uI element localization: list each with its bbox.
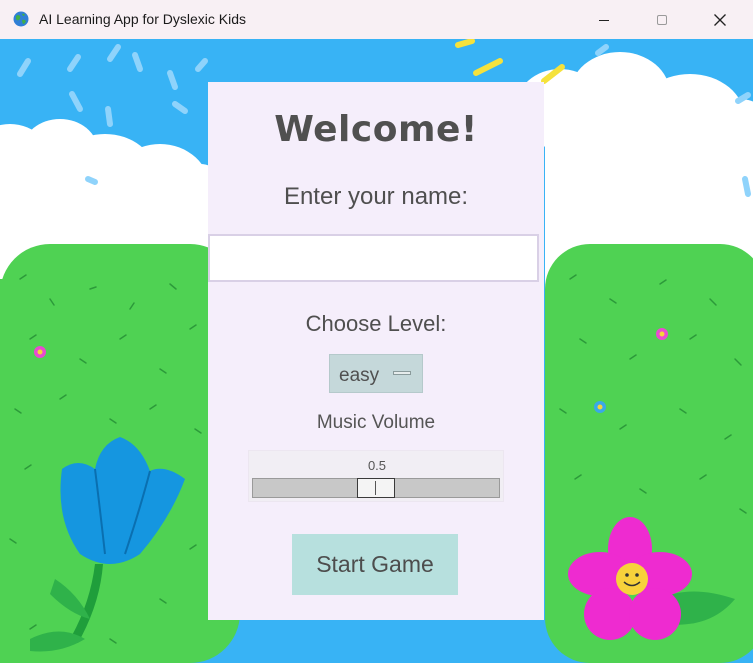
maximize-button[interactable] [633, 0, 691, 39]
level-prompt-label: Choose Level: [305, 311, 447, 336]
welcome-heading: Welcome! [274, 109, 478, 150]
volume-value-label: 0.5 [367, 458, 387, 473]
music-volume-label: Music Volume [316, 412, 436, 433]
small-flower-blue [594, 401, 606, 413]
level-selected-value: easy [339, 365, 380, 386]
name-prompt-label: Enter your name: [283, 183, 469, 210]
volume-slider-container: 0.5 [248, 450, 504, 502]
volume-slider-handle[interactable] [357, 478, 395, 498]
close-button[interactable] [691, 0, 749, 39]
title-bar: AI Learning App for Dyslexic Kids [0, 0, 753, 39]
globe-icon [13, 11, 29, 27]
window-title: AI Learning App for Dyslexic Kids [39, 11, 246, 27]
option-menu-indicator-icon [393, 371, 411, 375]
minimize-button[interactable] [575, 0, 633, 39]
minimize-icon [599, 19, 609, 21]
volume-slider-trough[interactable] [252, 478, 500, 498]
level-dropdown[interactable]: easy [329, 354, 423, 393]
maximize-icon [657, 14, 667, 25]
name-input[interactable] [208, 234, 539, 282]
small-flower-left [34, 346, 46, 358]
start-game-button[interactable]: Start Game [292, 534, 458, 595]
close-icon [714, 13, 726, 26]
welcome-panel: Welcome! Enter your name: Choose Level: … [208, 82, 544, 620]
small-flower-right [656, 328, 668, 340]
